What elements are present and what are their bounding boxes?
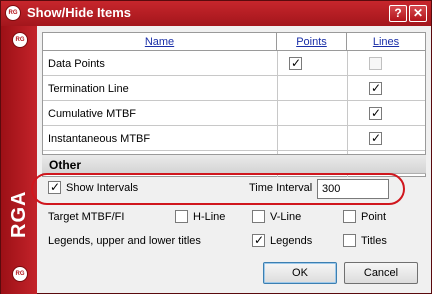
termination-line-lines-checkbox[interactable] xyxy=(369,81,382,95)
point-label[interactable]: Point xyxy=(361,211,386,223)
target-label: Target MTBF/FI xyxy=(48,211,125,223)
brand-badge-icon: RG xyxy=(12,266,28,282)
point-checkbox[interactable] xyxy=(343,210,356,223)
other-section-header: Other xyxy=(42,154,426,174)
close-button[interactable]: ✕ xyxy=(409,5,427,22)
brand-logo-icon: RG xyxy=(12,32,28,48)
h-line-checkbox[interactable] xyxy=(175,210,188,223)
window-title: Show/Hide Items xyxy=(27,5,132,20)
brand-strip: RG RGA RG xyxy=(1,26,37,294)
legends-titles-label: Legends, upper and lower titles xyxy=(48,235,201,247)
legends-row: Legends, upper and lower titles Legends … xyxy=(42,230,426,254)
brand-text: RGA xyxy=(8,190,30,238)
cumulative-mtbf-lines-checkbox[interactable] xyxy=(369,106,382,120)
v-line-checkbox[interactable] xyxy=(252,210,265,223)
time-interval-label: Time Interval xyxy=(249,182,313,194)
show-intervals-label[interactable]: Show Intervals xyxy=(66,182,138,194)
v-line-label[interactable]: V-Line xyxy=(270,211,301,223)
row-label: Data Points xyxy=(48,58,105,70)
help-button[interactable]: ? xyxy=(389,5,407,22)
legends-label[interactable]: Legends xyxy=(270,235,312,247)
cancel-button[interactable]: Cancel xyxy=(344,262,418,284)
grid-row-data-points: Data Points xyxy=(43,52,425,76)
grid-row-termination-line: Termination Line xyxy=(43,77,425,101)
show-intervals-checkbox[interactable] xyxy=(48,180,61,194)
row-label: Cumulative MTBF xyxy=(48,108,137,120)
other-section-title: Other xyxy=(49,158,82,172)
grid-header: Name Points Lines xyxy=(43,33,425,51)
titles-label[interactable]: Titles xyxy=(361,235,387,247)
legends-checkbox[interactable] xyxy=(252,233,265,247)
app-logo-icon: RG xyxy=(5,5,21,21)
titles-checkbox[interactable] xyxy=(343,234,356,247)
dialog-body: Name Points Lines Data Points Terminatio… xyxy=(31,26,431,293)
column-header-points[interactable]: Points xyxy=(277,33,347,51)
data-points-points-checkbox[interactable] xyxy=(289,56,302,70)
column-header-name[interactable]: Name xyxy=(43,33,277,51)
row-label: Instantaneous MTBF xyxy=(48,133,151,145)
ok-button[interactable]: OK xyxy=(263,262,337,284)
time-interval-input[interactable] xyxy=(317,179,389,199)
dialog-window: RG Show/Hide Items ? ✕ RG RGA RG Name Po… xyxy=(0,0,432,294)
row-label: Termination Line xyxy=(48,83,129,95)
grid-row-instantaneous-mtbf: Instantaneous MTBF xyxy=(43,127,425,151)
h-line-label[interactable]: H-Line xyxy=(193,211,225,223)
target-row: Target MTBF/FI H-Line V-Line Point xyxy=(42,206,426,230)
column-header-lines[interactable]: Lines xyxy=(347,33,425,51)
grid-row-cumulative-mtbf: Cumulative MTBF xyxy=(43,102,425,126)
data-points-lines-checkbox xyxy=(369,57,382,70)
instantaneous-mtbf-lines-checkbox[interactable] xyxy=(369,131,382,145)
title-bar[interactable]: RG Show/Hide Items ? ✕ xyxy=(1,1,431,26)
